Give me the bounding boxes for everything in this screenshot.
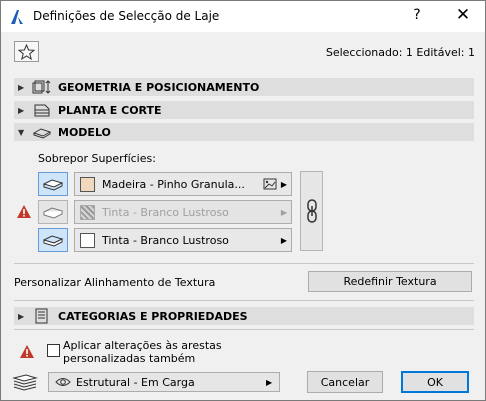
divider bbox=[14, 300, 474, 301]
help-button[interactable]: ? bbox=[407, 7, 427, 23]
override-surfaces-label: Sobrepor Superfícies: bbox=[38, 152, 156, 165]
section-model-label: MODELO bbox=[58, 125, 111, 139]
collapsed-arrow-icon: ▶ bbox=[18, 82, 25, 92]
texture-image-icon bbox=[263, 178, 277, 190]
collapsed-arrow-icon: ▶ bbox=[18, 311, 25, 321]
section-geometry-label: GEOMETRIA E POSICIONAMENTO bbox=[58, 80, 260, 94]
chain-link-icon bbox=[306, 199, 317, 223]
texture-alignment-label: Personalizar Alinhamento de Textura bbox=[14, 276, 216, 289]
warning-icon bbox=[20, 345, 34, 358]
submenu-arrow-icon: ▶ bbox=[280, 179, 288, 189]
divider bbox=[14, 263, 474, 264]
divider bbox=[14, 329, 474, 330]
layer-name: Estrutural - Em Carga bbox=[76, 375, 195, 389]
section-geometry[interactable]: ▶ GEOMETRIA E POSICIONAMENTO bbox=[14, 78, 474, 96]
expanded-arrow-icon: ▼ bbox=[18, 127, 25, 137]
title-bar: Definições de Selecção de Laje ? ✕ bbox=[1, 1, 485, 32]
material-name: Tinta - Branco Lustroso bbox=[102, 205, 229, 219]
material-name: Madeira - Pinho Granula... bbox=[102, 177, 245, 191]
section-model[interactable]: ▼ MODELO bbox=[14, 123, 474, 141]
bottom-surface-button[interactable] bbox=[38, 228, 68, 252]
section-floor-plan-label: PLANTA E CORTE bbox=[58, 103, 162, 117]
link-materials-button[interactable] bbox=[300, 171, 323, 251]
slab-bottom-surface-icon bbox=[42, 235, 64, 247]
reset-texture-button[interactable]: Redefinir Textura bbox=[308, 271, 472, 292]
archicad-logo-icon bbox=[11, 10, 23, 24]
collapsed-arrow-icon: ▶ bbox=[18, 105, 25, 115]
apply-edges-label: Aplicar alterações às arestas personaliz… bbox=[63, 339, 222, 365]
material-swatch bbox=[80, 204, 95, 220]
geometry-icon bbox=[32, 80, 51, 94]
eye-icon bbox=[55, 378, 71, 386]
edge-surface-button[interactable] bbox=[38, 200, 68, 224]
window-title: Definições de Selecção de Laje bbox=[33, 9, 220, 23]
slab-top-surface-icon bbox=[42, 179, 64, 191]
edge-material-selector[interactable]: Tinta - Branco Lustroso ▶ bbox=[74, 200, 292, 224]
dialog-window: Definições de Selecção de Laje ? ✕ Selec… bbox=[0, 0, 486, 401]
top-material-selector[interactable]: Madeira - Pinho Granula... ▶ bbox=[74, 172, 292, 196]
section-floor-plan[interactable]: ▶ PLANTA E CORTE bbox=[14, 101, 474, 119]
favorites-button[interactable] bbox=[14, 41, 39, 62]
close-button[interactable]: ✕ bbox=[453, 5, 473, 25]
material-name: Tinta - Branco Lustroso bbox=[102, 233, 229, 247]
submenu-arrow-icon: ▶ bbox=[280, 235, 288, 245]
layers-icon bbox=[12, 374, 38, 391]
selection-status: Seleccionado: 1 Editável: 1 bbox=[325, 46, 475, 59]
layer-selector[interactable]: Estrutural - Em Carga ▶ bbox=[48, 372, 280, 392]
top-surface-button[interactable] bbox=[38, 172, 68, 196]
star-icon bbox=[18, 43, 35, 60]
section-categories-label: CATEGORIAS E PROPRIEDADES bbox=[58, 309, 248, 323]
apply-edges-checkbox[interactable] bbox=[47, 344, 60, 357]
cancel-button[interactable]: Cancelar bbox=[307, 371, 383, 393]
section-categories[interactable]: ▶ CATEGORIAS E PROPRIEDADES bbox=[14, 307, 474, 325]
bottom-material-selector[interactable]: Tinta - Branco Lustroso ▶ bbox=[74, 228, 292, 252]
model-icon bbox=[32, 128, 52, 139]
submenu-arrow-icon: ▶ bbox=[280, 207, 288, 217]
floor-plan-icon bbox=[34, 104, 50, 117]
material-swatch bbox=[80, 176, 95, 192]
material-swatch bbox=[80, 232, 95, 248]
properties-list-icon bbox=[35, 308, 48, 324]
slab-edge-surface-icon bbox=[42, 207, 64, 219]
submenu-arrow-icon: ▶ bbox=[266, 377, 273, 387]
warning-icon bbox=[17, 205, 31, 218]
ok-button[interactable]: OK bbox=[401, 371, 469, 393]
